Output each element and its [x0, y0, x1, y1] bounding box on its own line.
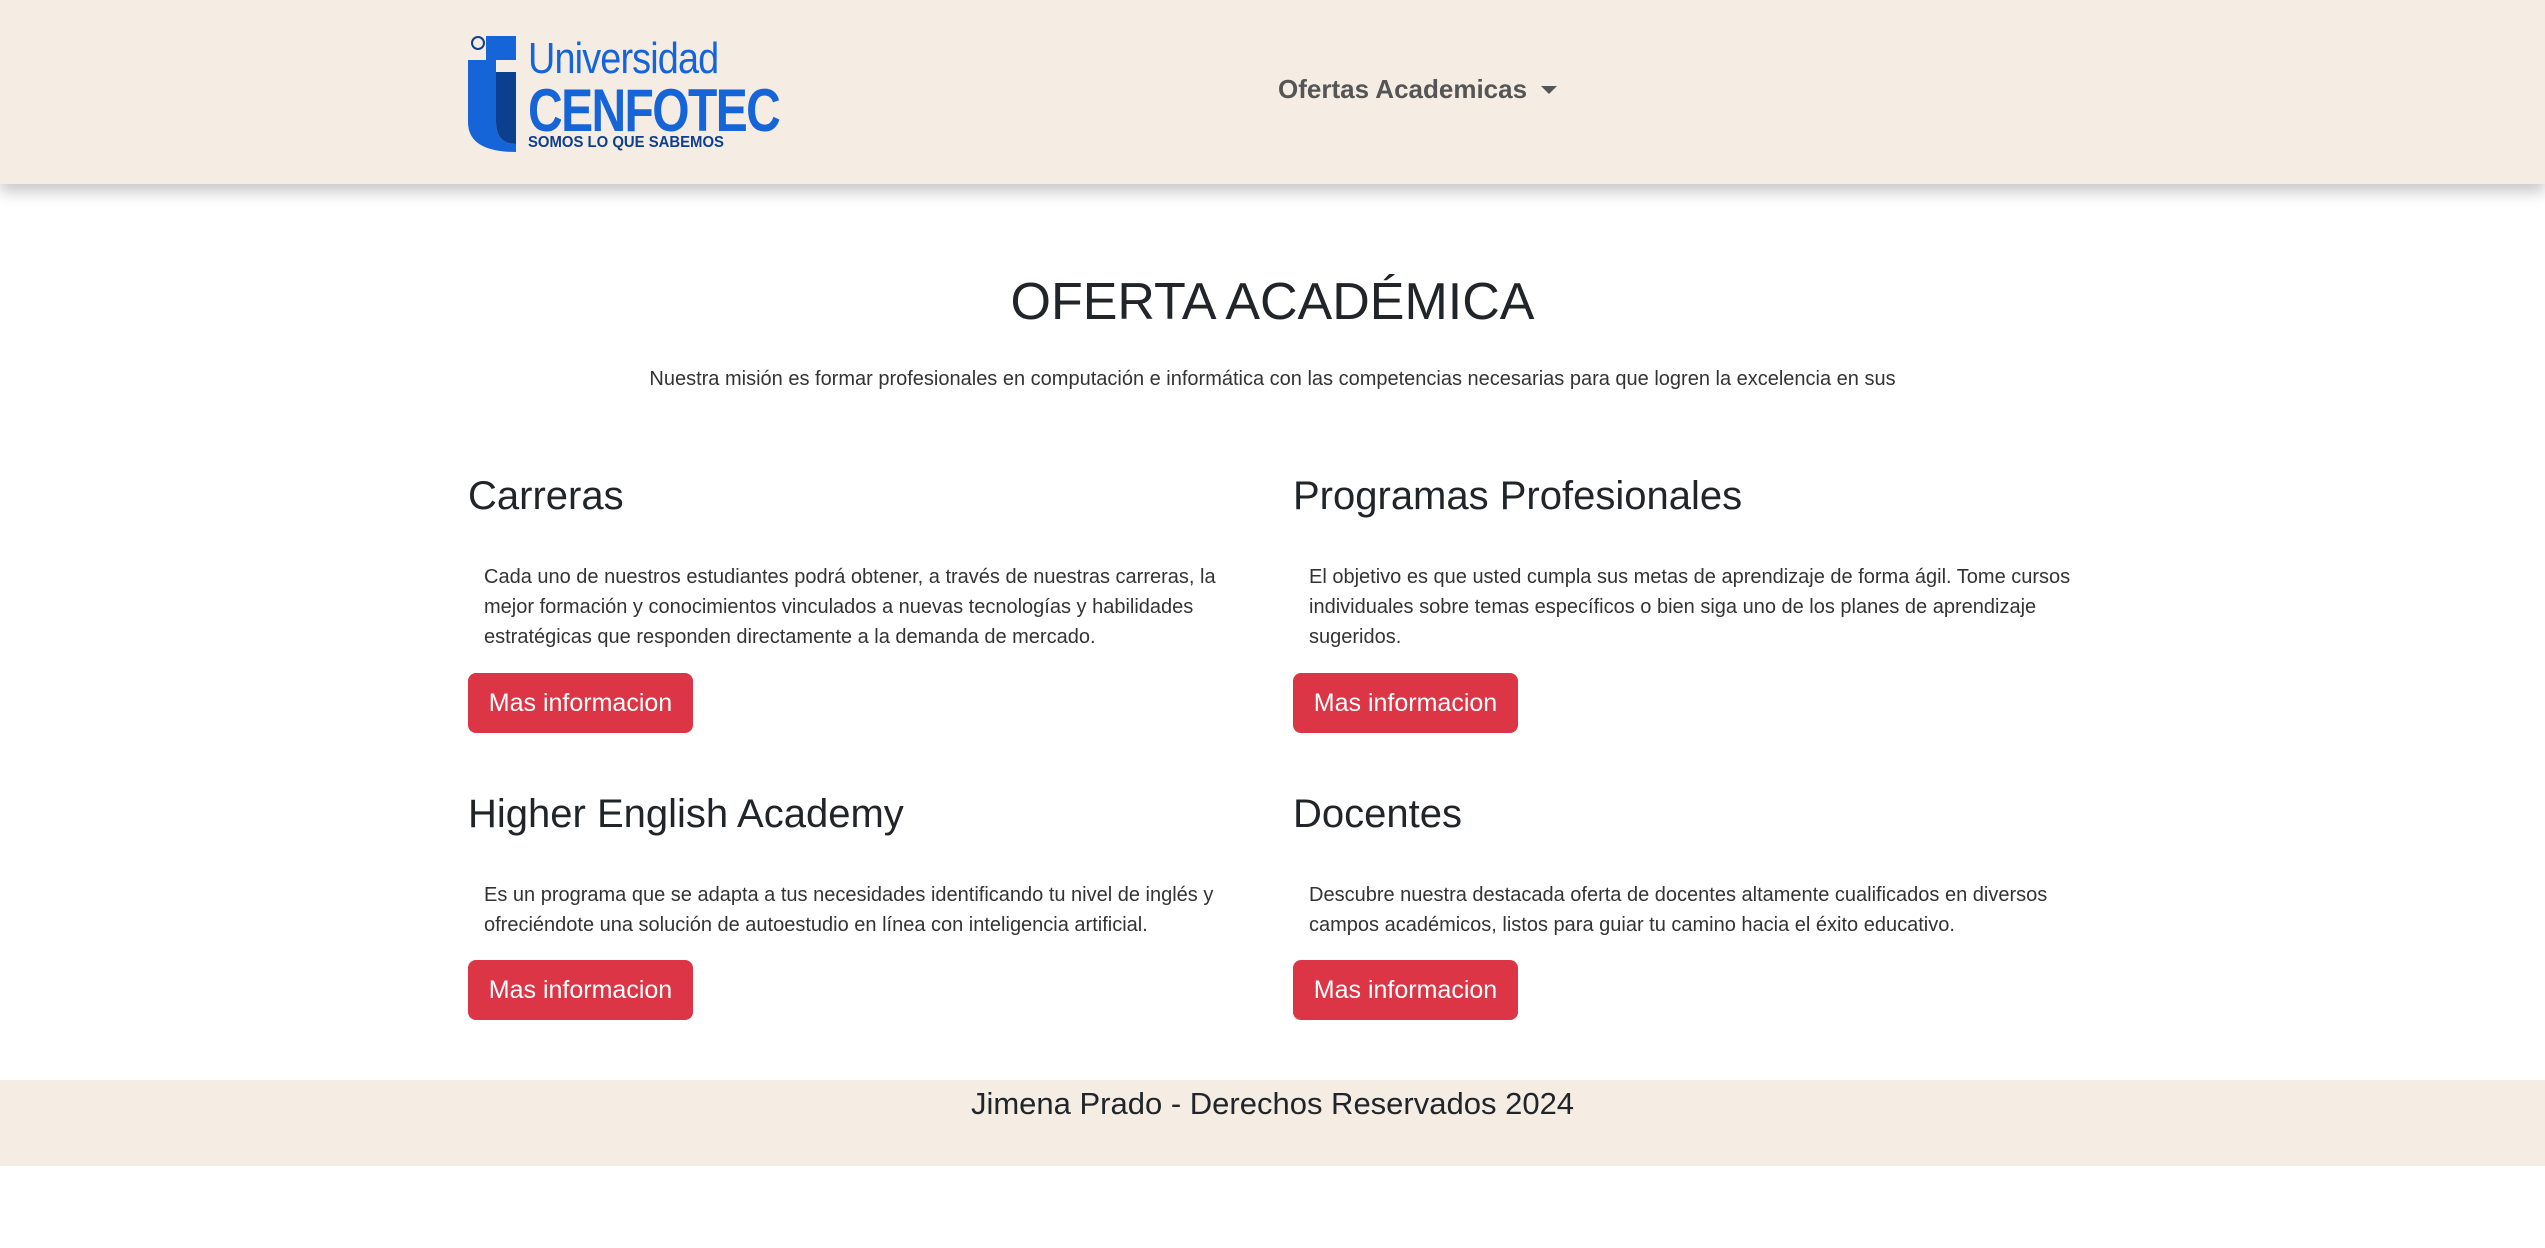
caret-down-icon — [1541, 85, 1558, 94]
programas-more-info-button[interactable]: Mas informacion — [1293, 673, 1518, 733]
card-title: Docentes — [1293, 792, 1462, 836]
ofertas-academicas-dropdown[interactable]: Ofertas Academicas — [1278, 74, 1558, 105]
card-docentes: Docentes Descubre nuestra destacada ofer… — [1293, 792, 2083, 1020]
card-text: Cada uno de nuestros estudiantes podrá o… — [484, 566, 1216, 648]
card-text: Es un programa que se adapta a tus neces… — [484, 884, 1214, 936]
card-title: Carreras — [468, 474, 624, 518]
navbar: Universidad CENFOTEC SOMOS LO QUE SABEMO… — [0, 0, 2545, 184]
card-title: Programas Profesionales — [1293, 474, 1743, 518]
logo-tagline-text: SOMOS LO QUE SABEMOS — [528, 134, 724, 151]
cenfotec-logo[interactable]: Universidad CENFOTEC SOMOS LO QUE SABEMO… — [466, 34, 781, 152]
footer: Jimena Prado - Derechos Reservados 2024 — [0, 1080, 2545, 1166]
docentes-more-info-button[interactable]: Mas informacion — [1293, 960, 1518, 1020]
card-higher-english-academy: Higher English Academy Es un programa qu… — [468, 792, 1258, 1020]
card-text: El objetivo es que usted cumpla sus meta… — [1309, 566, 2071, 648]
english-academy-more-info-button[interactable]: Mas informacion — [468, 960, 693, 1020]
card-text: Descubre nuestra destacada oferta de doc… — [1309, 884, 2048, 936]
card-carreras: Carreras Cada uno de nuestros estudiante… — [468, 474, 1258, 733]
carreras-more-info-button[interactable]: Mas informacion — [468, 673, 693, 733]
card-programas-profesionales: Programas Profesionales El objetivo es q… — [1293, 474, 2083, 733]
logo-mark-icon — [468, 36, 516, 152]
page-title: OFERTA ACADÉMICA — [1010, 273, 1535, 331]
footer-copyright: Jimena Prado - Derechos Reservados 2024 — [970, 1086, 1575, 1121]
dropdown-label: Ofertas Academicas — [1278, 74, 1528, 104]
card-title: Higher English Academy — [468, 792, 904, 836]
page-lead: Nuestra misión es formar profesionales e… — [649, 368, 1896, 390]
